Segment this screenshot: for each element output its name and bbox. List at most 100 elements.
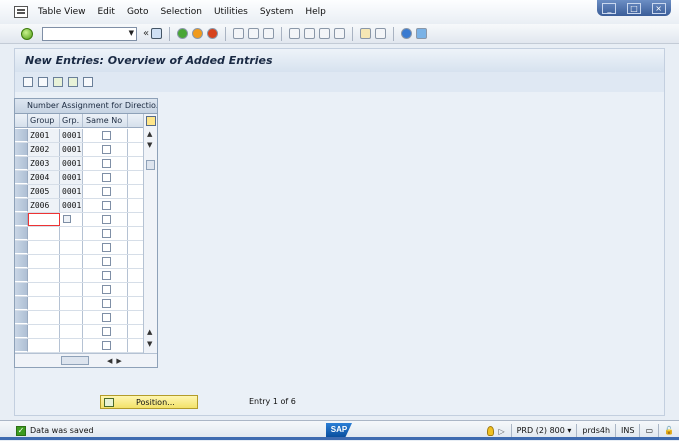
scroll-up-icon[interactable]: ▲ [147,130,152,138]
same-no-checkbox[interactable] [102,201,111,210]
shortcut-icon[interactable] [375,28,387,39]
group-input[interactable] [28,241,60,254]
lock-icon[interactable]: 🔓 [658,424,679,438]
grp-input[interactable] [60,311,83,324]
same-no-checkbox[interactable] [102,327,111,336]
grp-input[interactable] [60,241,83,254]
grp-input[interactable] [60,297,83,310]
same-no-checkbox[interactable] [102,145,111,154]
system-menu-icon[interactable] [14,6,28,18]
select-block-icon[interactable] [68,77,78,87]
group-cell[interactable]: Z005 [28,185,60,198]
table-row[interactable]: Z002 0001 [15,143,145,157]
row-selector[interactable] [15,199,28,212]
grp-cell[interactable]: 0001 [60,143,83,156]
help-icon[interactable] [401,28,413,39]
value-help-icon[interactable] [63,215,71,223]
group-input[interactable] [28,269,60,282]
system-info[interactable]: PRD (2) 800 ▾ [510,424,577,438]
group-input[interactable] [28,255,60,268]
menu-goto[interactable]: Goto [127,7,149,17]
table-row[interactable] [15,269,145,283]
grp-cell[interactable]: 0001 [60,157,83,170]
table-row[interactable]: Z001 0001 [15,129,145,143]
horizontal-scrollbar[interactable]: ◀▶ [15,353,157,367]
table-row[interactable]: Z003 0001 [15,157,145,171]
group-cell[interactable]: Z004 [28,171,60,184]
horizontal-scroll-thumb[interactable] [61,356,89,365]
display-change-icon[interactable] [23,77,33,87]
print-icon[interactable] [233,28,245,39]
same-no-checkbox[interactable] [102,229,111,238]
table-row[interactable] [15,255,145,269]
table-row[interactable] [15,283,145,297]
row-selector[interactable] [15,311,28,324]
scroll-page-up-icon[interactable]: ▲ [147,328,152,336]
last-page-icon[interactable] [334,28,346,39]
select-all-rows-button[interactable] [15,114,28,127]
same-no-checkbox[interactable] [102,313,111,322]
group-cell[interactable]: Z006 [28,199,60,212]
same-no-checkbox[interactable] [102,173,111,182]
table-row[interactable] [15,325,145,339]
same-no-checkbox[interactable] [102,243,111,252]
table-row[interactable] [15,311,145,325]
back-icon[interactable] [177,28,189,39]
same-no-checkbox[interactable] [102,341,111,350]
group-input[interactable] [28,311,60,324]
menu-system[interactable]: System [260,7,294,17]
find-icon[interactable] [248,28,260,39]
deselect-all-icon[interactable] [83,77,93,87]
group-input[interactable] [28,213,60,226]
row-selector[interactable] [15,339,28,352]
same-no-checkbox[interactable] [102,187,111,196]
table-row[interactable] [15,297,145,311]
grp-input[interactable] [60,283,83,296]
new-session-icon[interactable] [360,28,372,39]
delete-icon[interactable] [38,77,48,87]
menu-edit[interactable]: Edit [98,7,115,17]
group-input[interactable] [28,339,60,352]
vertical-scrollbar[interactable]: ▲ ▼ ▲ ▼ [143,114,157,354]
row-selector[interactable] [15,325,28,338]
row-selector[interactable] [15,185,28,198]
chevron-down-icon[interactable]: ▼ [129,29,134,37]
table-row[interactable] [15,213,145,227]
cancel-icon[interactable] [207,28,219,39]
menu-help[interactable]: Help [305,7,326,17]
grp-input[interactable] [60,339,83,352]
back-history-icon[interactable]: « [143,28,149,39]
grp-input[interactable] [60,213,83,226]
input-mode[interactable]: INS [615,424,639,438]
scroll-page-down-icon[interactable]: ▼ [147,340,152,348]
grp-input[interactable] [60,269,83,282]
row-selector[interactable] [15,171,28,184]
menu-utilities[interactable]: Utilities [214,7,248,17]
row-selector[interactable] [15,213,28,226]
menu-table-view[interactable]: Table View [38,7,86,17]
scroll-left-right-icon[interactable]: ◀▶ [107,357,126,365]
save-icon[interactable] [151,28,163,39]
row-selector[interactable] [15,157,28,170]
table-row[interactable]: Z004 0001 [15,171,145,185]
find-next-icon[interactable] [263,28,275,39]
table-row[interactable] [15,339,145,353]
column-header-group[interactable]: Group [28,114,60,127]
same-no-checkbox[interactable] [102,299,111,308]
same-no-checkbox[interactable] [102,131,111,140]
status-layout-icon[interactable]: ▭ [639,424,658,438]
grp-input[interactable] [60,227,83,240]
play-icon[interactable]: ▷ [498,427,504,436]
menu-selection[interactable]: Selection [160,7,201,17]
command-field[interactable]: ▼ [42,26,137,41]
table-row[interactable]: Z006 0001 [15,199,145,213]
row-selector[interactable] [15,143,28,156]
row-selector[interactable] [15,255,28,268]
table-row[interactable] [15,227,145,241]
exit-icon[interactable] [192,28,204,39]
enter-icon[interactable] [21,27,33,40]
same-no-checkbox[interactable] [102,257,111,266]
grp-cell[interactable]: 0001 [60,129,83,142]
status-message[interactable]: Data was saved [30,426,94,435]
column-settings-icon[interactable] [146,116,156,126]
